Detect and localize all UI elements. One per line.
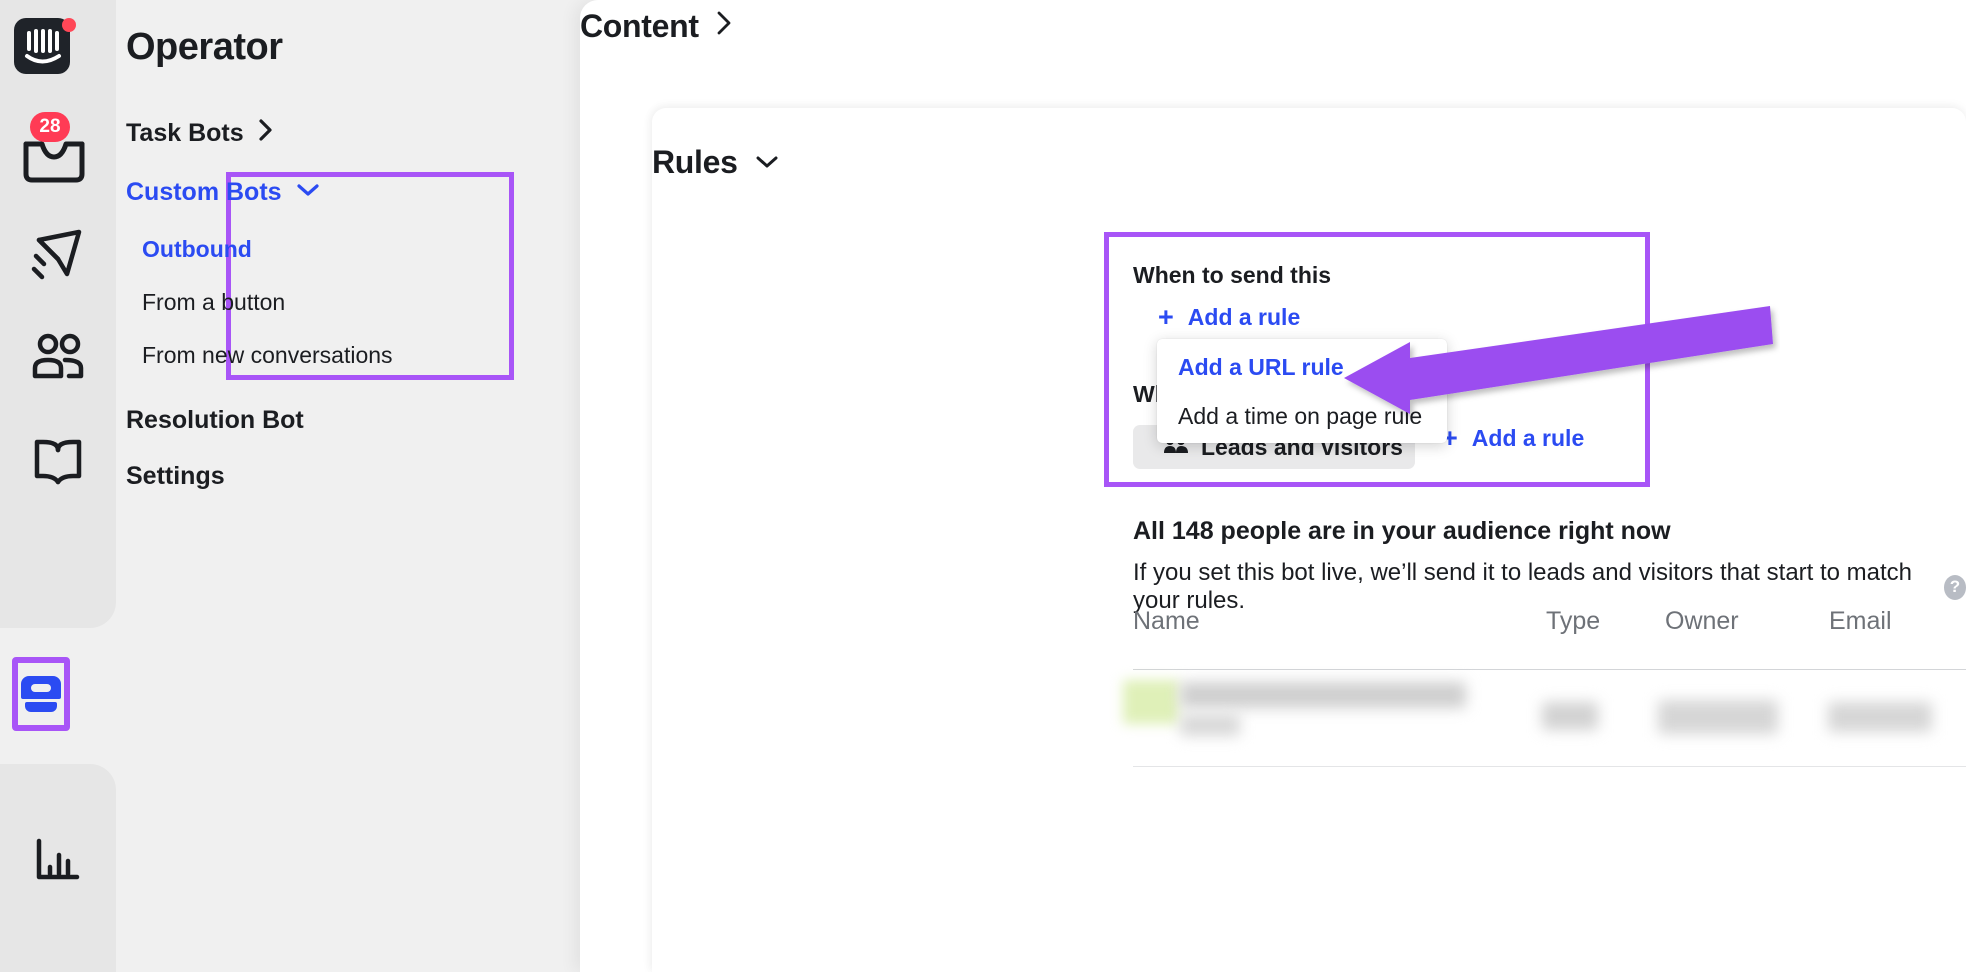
column-header-name[interactable]: Name (1133, 607, 1200, 636)
breadcrumb-item-content[interactable]: Content (580, 8, 699, 45)
plus-icon: + (1158, 302, 1174, 332)
add-rule-label: Add a rule (1187, 304, 1301, 330)
redacted-name-primary (1180, 682, 1466, 708)
operator-bot-icon (21, 676, 61, 712)
main-panel: Content Rules When to send this + Add a … (580, 0, 1966, 972)
rules-card-header[interactable]: Rules (652, 144, 780, 181)
when-to-send-label: When to send this (1133, 262, 1332, 288)
chevron-down-icon[interactable] (754, 150, 780, 176)
chevron-right-icon (258, 118, 274, 149)
redacted-email (1828, 702, 1932, 732)
rail-background-top (0, 0, 116, 628)
redacted-name-secondary (1180, 714, 1240, 736)
users-icon (32, 333, 84, 379)
table-header-row: Name Type Owner Email First Seen (1133, 607, 1966, 647)
breadcrumb: Content (580, 8, 733, 45)
sidebar-item-inbox[interactable]: 28 (16, 112, 92, 183)
audience-count-title: All 148 people are in your audience righ… (1133, 517, 1671, 545)
notification-dot (62, 18, 76, 32)
operator-icon-mouth (31, 684, 51, 692)
icon-rail: 28 (0, 0, 116, 972)
sidebar-item-settings[interactable]: Settings (126, 462, 225, 491)
sidebar-item-from-a-button[interactable]: From a button (142, 289, 285, 316)
intercom-logo-icon[interactable] (14, 18, 76, 80)
sidebar-item-contacts[interactable] (0, 318, 116, 398)
bar-chart-icon (36, 838, 80, 880)
sidebar-item-outbound-link[interactable]: Outbound (142, 236, 252, 263)
redacted-type (1542, 702, 1598, 730)
table-header-divider (1133, 669, 1966, 670)
sidebar-item-articles[interactable] (0, 421, 116, 501)
sidebar-item-from-new-conversations[interactable]: From new conversations (142, 342, 393, 369)
inbox-badge: 28 (30, 112, 70, 142)
sidebar-item-resolution-bot[interactable]: Resolution Bot (126, 406, 304, 435)
column-header-owner[interactable]: Owner (1665, 607, 1739, 636)
paper-plane-icon (31, 229, 82, 280)
table-row-divider (1133, 766, 1966, 767)
chevron-right-icon[interactable] (715, 10, 733, 43)
sidebar-item-task-bots[interactable]: Task Bots (126, 118, 274, 149)
app-root: 28 Operator Task Bots Custom Bots Outbou… (0, 0, 1966, 972)
secondary-nav: Operator Task Bots Custom Bots Outbound … (116, 0, 580, 972)
custom-bots-label: Custom Bots (126, 178, 282, 206)
column-header-email[interactable]: Email (1829, 607, 1892, 636)
sidebar-item-outbound[interactable] (0, 215, 116, 295)
sidebar-item-custom-bots[interactable]: Custom Bots (126, 178, 320, 207)
annotation-arrow-left-pointing-icon (1344, 306, 1773, 414)
add-rule-button[interactable]: + Add a rule (1158, 304, 1300, 331)
page-title: Operator (126, 26, 283, 68)
menu-item-add-url-rule[interactable]: Add a URL rule (1178, 354, 1344, 381)
book-icon (34, 439, 82, 485)
chevron-down-icon (296, 181, 320, 204)
sidebar-item-operator[interactable] (12, 657, 70, 731)
rules-title: Rules (652, 144, 738, 180)
column-header-type[interactable]: Type (1546, 607, 1600, 636)
row-highlight-swatch (1123, 680, 1179, 724)
redacted-owner (1658, 700, 1778, 734)
operator-icon-base (25, 702, 57, 712)
task-bots-label: Task Bots (126, 119, 244, 147)
question-mark-icon[interactable]: ? (1943, 574, 1966, 600)
sidebar-item-reports[interactable] (0, 820, 116, 900)
